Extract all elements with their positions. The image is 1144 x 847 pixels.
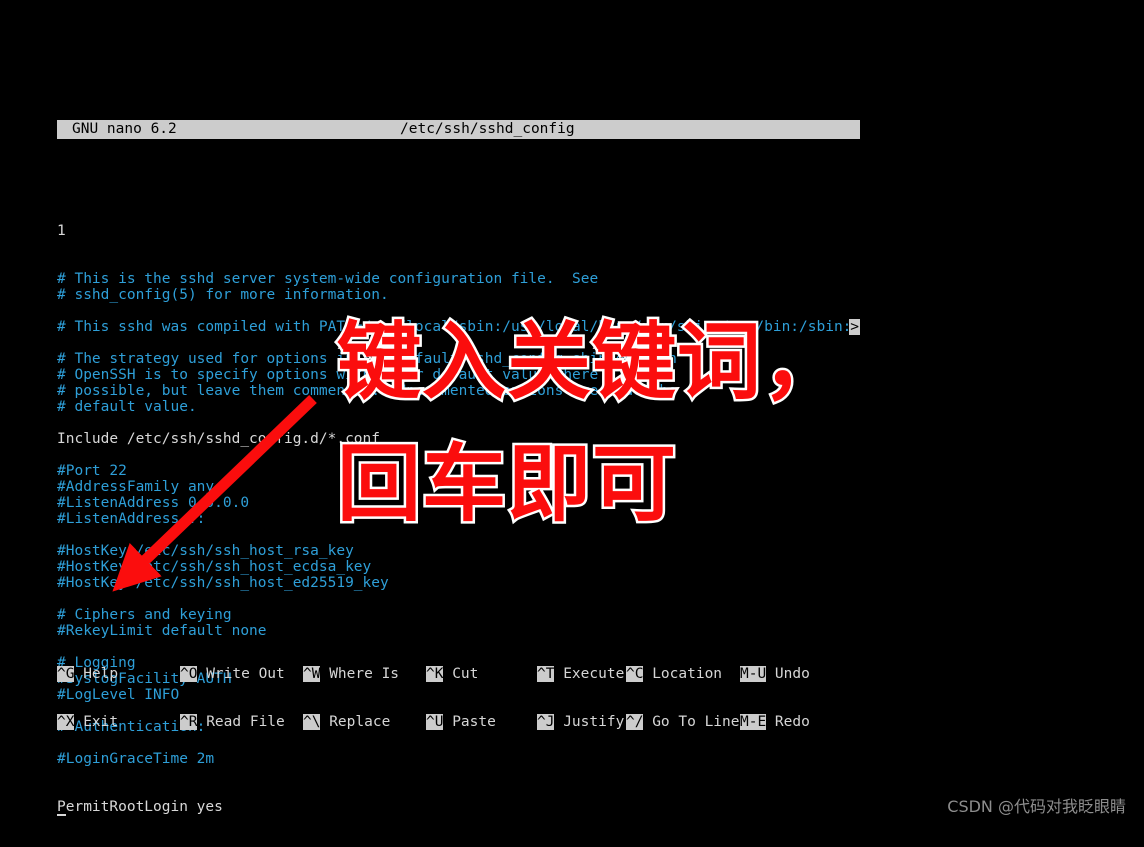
editor-line-marker: 1 xyxy=(57,223,66,239)
shortcut-label: Go To Line xyxy=(643,714,740,730)
editor-line: # Ciphers and keying xyxy=(57,607,232,623)
editor-line: # possible, but leave them commented. Un… xyxy=(57,383,677,399)
shortcut-label: Read File xyxy=(197,714,285,730)
shortcut-label: Exit xyxy=(74,714,119,730)
shortcut-key-badge: M-U xyxy=(740,666,767,682)
editor-line-text: # This sshd was compiled with PATH=/usr/… xyxy=(57,319,860,335)
nano-filename-label: /etc/ssh/sshd_config xyxy=(400,121,575,137)
shortcut-replace[interactable]: ^\ Replace xyxy=(303,714,390,730)
shortcut-help[interactable]: ^G Help xyxy=(57,666,118,682)
shortcut-key-badge: ^C xyxy=(626,666,644,682)
shortcut-key-badge: ^R xyxy=(180,714,198,730)
shortcut-undo[interactable]: M-U Undo xyxy=(740,666,810,682)
cursor-line-text: ermitRootLogin yes xyxy=(65,799,223,815)
shortcut-label: Undo xyxy=(766,666,810,682)
shortcut-go-to-line[interactable]: ^/ Go To Line xyxy=(626,714,740,730)
editor-line: #Port 22 xyxy=(57,463,127,479)
shortcut-key-badge: ^G xyxy=(57,666,75,682)
shortcut-key-badge: ^T xyxy=(537,666,555,682)
editor-line: # This sshd was compiled with PATH=/usr/… xyxy=(57,319,860,335)
shortcut-paste[interactable]: ^U Paste xyxy=(426,714,496,730)
shortcut-key-badge: ^X xyxy=(57,714,75,730)
editor-line: # The strategy used for options in the d… xyxy=(57,351,677,367)
shortcut-key-badge: ^O xyxy=(180,666,198,682)
shortcut-key-badge: ^J xyxy=(537,714,555,730)
shortcut-key-badge: ^K xyxy=(426,666,444,682)
shortcut-execute[interactable]: ^T Execute xyxy=(537,666,624,682)
shortcut-where-is[interactable]: ^W Where Is xyxy=(303,666,399,682)
editor-line: Include /etc/ssh/sshd_config.d/*.conf xyxy=(57,431,381,447)
shortcut-label: Location xyxy=(643,666,723,682)
text-cursor: P xyxy=(57,799,66,816)
shortcut-justify[interactable]: ^J Justify xyxy=(537,714,624,730)
shortcut-label: Redo xyxy=(766,714,810,730)
shortcut-label: Replace xyxy=(320,714,391,730)
csdn-watermark: CSDN @代码对我眨眼睛 xyxy=(947,797,1126,816)
shortcut-read-file[interactable]: ^R Read File xyxy=(180,714,285,730)
shortcut-label: Paste xyxy=(443,714,496,730)
shortcut-label: Where Is xyxy=(320,666,400,682)
editor-line: # This is the sshd server system-wide co… xyxy=(57,271,599,287)
editor-line: #AddressFamily any xyxy=(57,479,215,495)
shortcut-key-badge: ^\ xyxy=(303,714,321,730)
editor-line: #HostKey /etc/ssh/ssh_host_rsa_key xyxy=(57,543,354,559)
shortcut-location[interactable]: ^C Location xyxy=(626,666,722,682)
shortcut-exit[interactable]: ^X Exit xyxy=(57,714,118,730)
nano-version-label: GNU nano 6.2 xyxy=(72,121,177,137)
shortcut-row-1: ^G Help ^O Write Out ^W Where Is ^K Cut ^T E… xyxy=(57,666,860,682)
editor-line: # OpenSSH is to specify options with the… xyxy=(57,367,599,383)
shortcut-cut[interactable]: ^K Cut xyxy=(426,666,478,682)
shortcut-key-badge: ^U xyxy=(426,714,444,730)
shortcut-label: Cut xyxy=(443,666,479,682)
shortcut-redo[interactable]: M-E Redo xyxy=(740,714,810,730)
shortcut-label: Execute xyxy=(554,666,625,682)
shortcut-write-out[interactable]: ^O Write Out xyxy=(180,666,285,682)
nano-terminal-window: GNU nano 6.2 /etc/ssh/sshd_config 1 # Th… xyxy=(57,72,860,816)
editor-cursor-line[interactable]: PermitRootLogin yes xyxy=(57,799,860,816)
shortcut-label: Write Out xyxy=(197,666,285,682)
line-continuation-marker: > xyxy=(849,319,860,335)
editor-line: #ListenAddress 0.0.0.0 xyxy=(57,495,250,511)
shortcut-key-badge: ^W xyxy=(303,666,321,682)
editor-line: #ListenAddress :: xyxy=(57,511,206,527)
editor-line: #HostKey /etc/ssh/ssh_host_ed25519_key xyxy=(57,575,389,591)
shortcut-label: Justify xyxy=(554,714,625,730)
editor-line: # sshd_config(5) for more information. xyxy=(57,287,389,303)
nano-title-bar: GNU nano 6.2 /etc/ssh/sshd_config xyxy=(57,120,860,139)
shortcut-row-2: ^X Exit ^R Read File ^\ Replace ^U Paste ^J … xyxy=(57,714,860,730)
shortcut-label: Help xyxy=(74,666,119,682)
shortcut-key-badge: M-E xyxy=(740,714,767,730)
shortcut-key-badge: ^/ xyxy=(626,714,644,730)
editor-line: #LoginGraceTime 2m xyxy=(57,751,215,767)
editor-line: #HostKey /etc/ssh/ssh_host_ecdsa_key xyxy=(57,559,372,575)
editor-line: # default value. xyxy=(57,399,197,415)
nano-shortcut-bar: ^G Help ^O Write Out ^W Where Is ^K Cut ^T E… xyxy=(57,634,860,746)
